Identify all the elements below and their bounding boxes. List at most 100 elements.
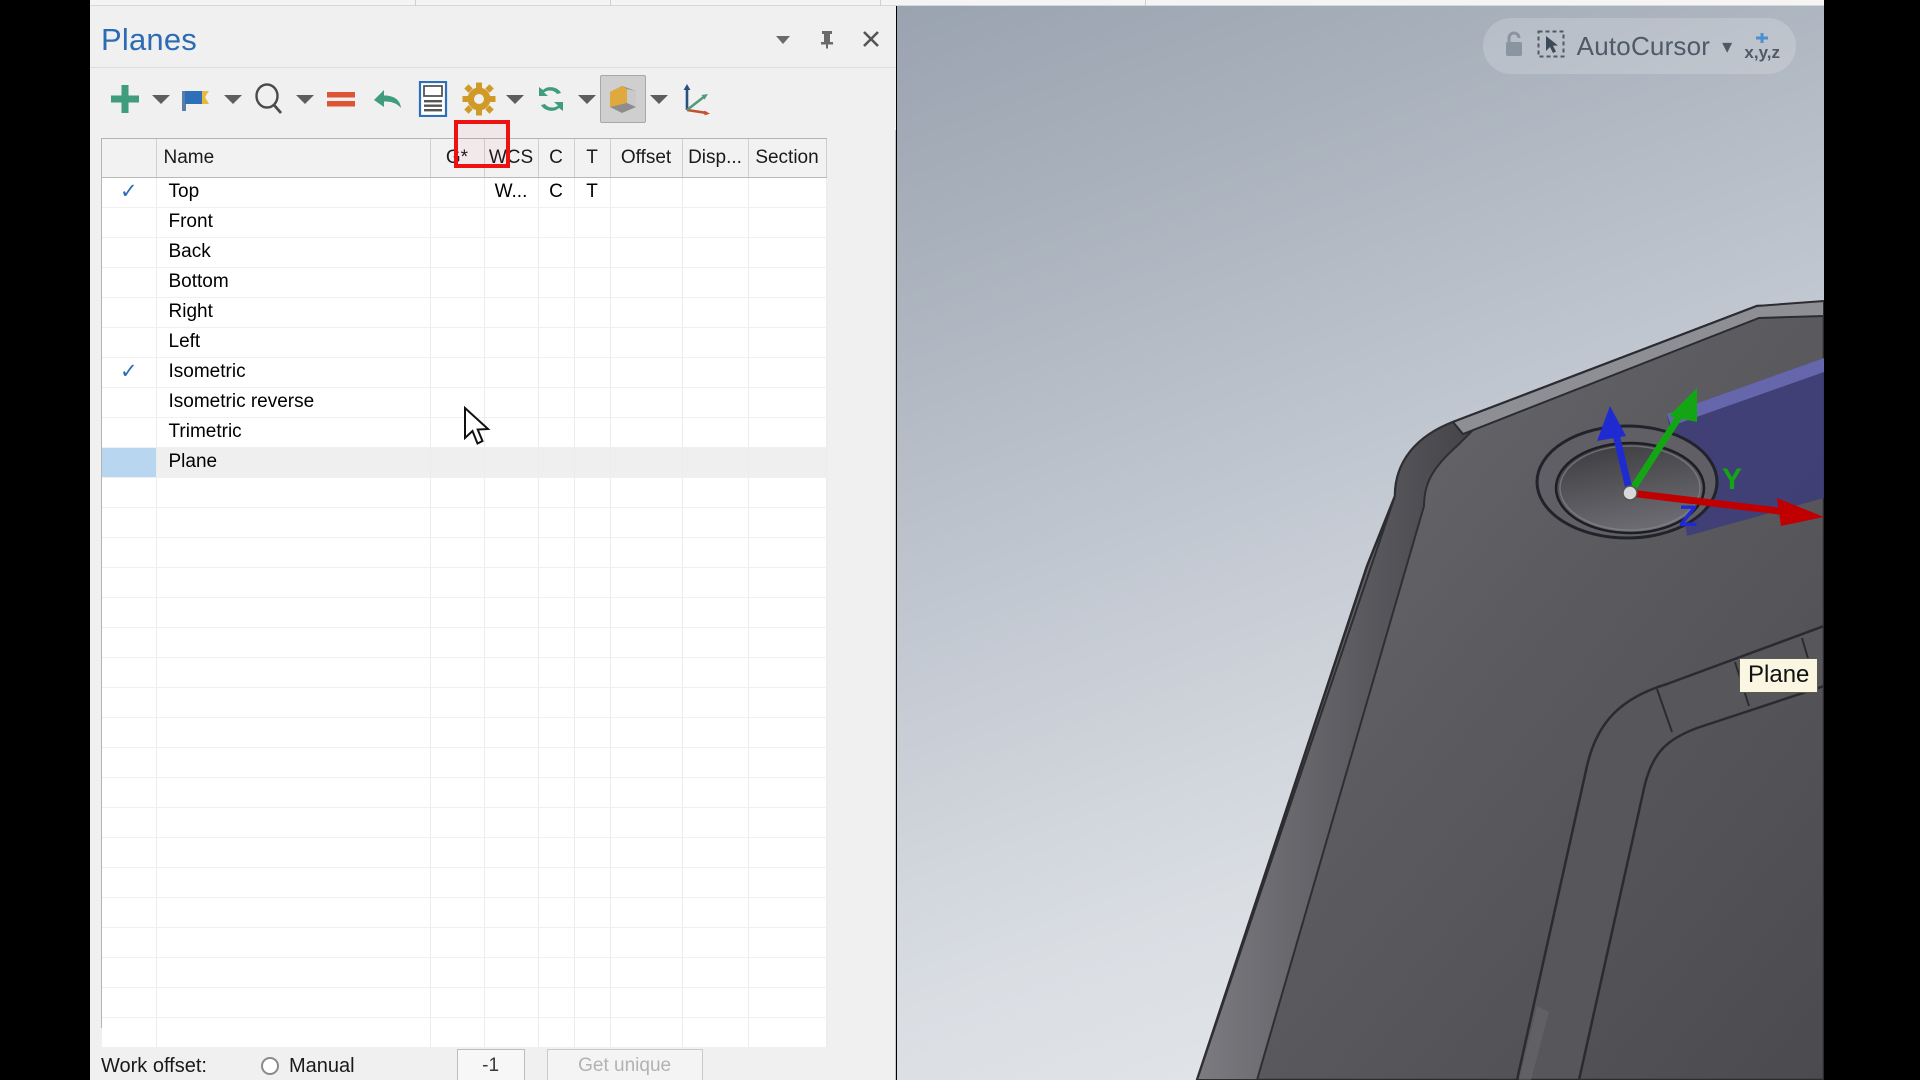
cell-check <box>102 237 157 268</box>
cell-wcs <box>484 297 539 328</box>
cell-name: Isometric <box>156 357 431 388</box>
cell-disp <box>682 417 749 448</box>
table-empty-row[interactable] <box>102 867 827 898</box>
autocursor-widget[interactable]: AutoCursor ▾ x,y,z <box>1482 18 1796 74</box>
work-offset-input[interactable]: -1 <box>456 1049 525 1080</box>
table-empty-row[interactable] <box>102 777 827 808</box>
table-empty-row[interactable] <box>102 507 827 538</box>
table-empty-row[interactable] <box>102 747 827 778</box>
graphics-viewport[interactable]: Y Z Plane AutoCursor ▾ x,y,z <box>897 6 1824 1080</box>
table-row[interactable]: Back <box>102 237 827 268</box>
cursor-select-icon[interactable] <box>1537 30 1565 63</box>
cell-wcs <box>484 207 539 238</box>
cell-disp <box>682 357 749 388</box>
axes-icon[interactable] <box>672 75 718 123</box>
table-empty-row[interactable] <box>102 657 827 688</box>
mouse-cursor <box>464 406 491 445</box>
cell-disp <box>682 207 749 238</box>
magnifier-icon[interactable] <box>246 75 292 123</box>
chevron-down-icon[interactable] <box>772 28 794 50</box>
table-empty-row[interactable] <box>102 927 827 958</box>
table-row[interactable]: ✓ Isometric <box>102 357 827 388</box>
manual-radio[interactable] <box>261 1057 279 1075</box>
table-row[interactable]: ✓ Top W... C T <box>102 177 827 208</box>
cell-offset <box>610 237 683 268</box>
table-empty-row[interactable] <box>102 717 827 748</box>
view-cube-dropdown[interactable] <box>646 75 672 123</box>
column-header-g[interactable]: G* <box>430 139 485 178</box>
equals-icon[interactable] <box>318 75 364 123</box>
cell-section <box>748 447 827 478</box>
add-plane-button[interactable] <box>102 75 148 123</box>
xyz-label: x,y,z <box>1744 42 1780 62</box>
table-row[interactable]: Right <box>102 297 827 328</box>
column-header-c[interactable]: C <box>538 139 575 178</box>
cell-t <box>574 357 611 388</box>
column-header-t[interactable]: T <box>574 139 611 178</box>
cell-offset <box>610 207 683 238</box>
work-offset-row: Work offset: Manual -1 Get unique <box>101 1046 827 1080</box>
pin-icon[interactable] <box>816 28 838 50</box>
close-icon[interactable] <box>860 28 882 50</box>
cell-section <box>748 267 827 298</box>
cell-name: Trimetric <box>156 417 431 448</box>
column-header-check[interactable] <box>102 139 157 178</box>
list-panel-icon[interactable] <box>410 75 456 123</box>
gear-icon[interactable] <box>456 75 502 123</box>
refresh-icon[interactable] <box>528 75 574 123</box>
cell-c <box>538 387 575 418</box>
column-header-section[interactable]: Section <box>748 139 827 178</box>
find-dropdown[interactable] <box>292 75 318 123</box>
column-header-wcs[interactable]: WCS <box>484 139 539 178</box>
cube-icon[interactable] <box>600 75 646 123</box>
cell-c <box>538 417 575 448</box>
get-unique-button[interactable]: Get unique <box>546 1049 703 1080</box>
cell-t <box>574 237 611 268</box>
panel-title-bar: Planes <box>90 6 896 68</box>
planes-table[interactable]: Name G* WCS C T Offset Disp... Section ✓… <box>101 138 827 1048</box>
refresh-dropdown[interactable] <box>574 75 600 123</box>
table-row[interactable]: Plane <box>102 447 827 478</box>
table-row[interactable]: Bottom <box>102 267 827 298</box>
cell-t <box>574 297 611 328</box>
column-header-disp[interactable]: Disp... <box>682 139 749 178</box>
flag-dropdown[interactable] <box>220 75 246 123</box>
column-header-offset[interactable]: Offset <box>610 139 683 178</box>
cell-wcs: W... <box>484 177 539 208</box>
cell-check <box>102 387 157 418</box>
cell-c <box>538 327 575 358</box>
table-empty-row[interactable] <box>102 627 827 658</box>
cell-check: ✓ <box>102 177 157 208</box>
table-empty-row[interactable] <box>102 567 827 598</box>
cell-name: Right <box>156 297 431 328</box>
table-empty-row[interactable] <box>102 537 827 568</box>
column-header-name[interactable]: Name <box>156 139 431 178</box>
xyz-icon[interactable]: x,y,z <box>1744 32 1780 61</box>
lock-icon[interactable] <box>1503 30 1525 63</box>
table-empty-row[interactable] <box>102 957 827 988</box>
table-empty-row[interactable] <box>102 987 827 1018</box>
table-empty-row[interactable] <box>102 477 827 508</box>
cell-disp <box>682 327 749 358</box>
settings-dropdown[interactable] <box>502 75 528 123</box>
cell-g <box>430 357 485 388</box>
undo-arrow-icon[interactable] <box>364 75 410 123</box>
table-empty-row[interactable] <box>102 597 827 628</box>
cell-check <box>102 267 157 298</box>
work-offset-label: Work offset: <box>101 1054 207 1077</box>
table-row[interactable]: Front <box>102 207 827 238</box>
manual-radio-group[interactable]: Manual <box>261 1055 355 1078</box>
planes-panel: Planes Name G* WCS C T Offset Disp... Se… <box>90 6 896 1080</box>
cell-g <box>430 267 485 298</box>
autocursor-dropdown-icon[interactable]: ▾ <box>1722 34 1732 59</box>
table-empty-row[interactable] <box>102 837 827 868</box>
table-empty-row[interactable] <box>102 807 827 838</box>
flag-icon[interactable] <box>174 75 220 123</box>
table-row[interactable]: Left <box>102 327 827 358</box>
table-empty-row[interactable] <box>102 1017 827 1048</box>
table-empty-row[interactable] <box>102 897 827 928</box>
cell-name: Bottom <box>156 267 431 298</box>
table-empty-row[interactable] <box>102 687 827 718</box>
add-plane-dropdown[interactable] <box>148 75 174 123</box>
planes-toolbar <box>90 68 896 130</box>
